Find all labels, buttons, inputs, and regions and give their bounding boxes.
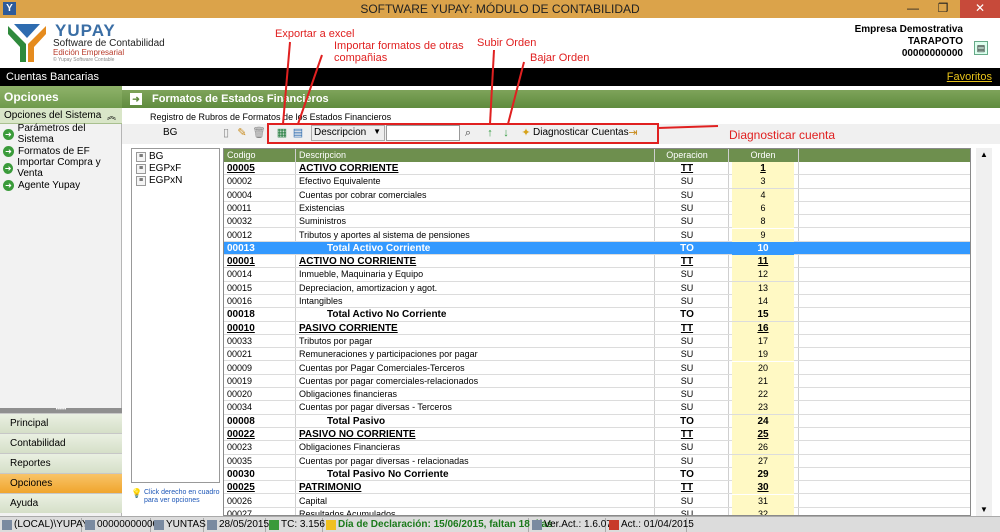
annotation-arrow-export xyxy=(282,41,291,125)
status-act-text: Act.: 01/04/2015 xyxy=(621,519,694,530)
status-date-text: 28/05/2015 xyxy=(219,519,270,530)
annotation-arrow-down xyxy=(507,61,525,125)
annotation-import: Importar formatos de otras compañias xyxy=(334,40,464,64)
calendar-icon xyxy=(207,520,217,530)
status-server: (LOCAL)\YUPAY xyxy=(0,518,89,532)
status-server-text: (LOCAL)\YUPAY xyxy=(14,519,89,530)
annotation-arrow-diagnose xyxy=(657,125,719,129)
alert-icon xyxy=(326,520,336,530)
database-icon xyxy=(2,520,12,530)
annotation-overlay xyxy=(267,41,719,144)
annotation-diagnose: Diagnosticar cuenta xyxy=(729,128,836,142)
status-user-text: YUNTAS xyxy=(166,519,206,530)
status-tc: TC: 3.156 xyxy=(267,518,325,532)
status-ruc: 00000000000 xyxy=(83,518,158,532)
status-bar: (LOCAL)\YUPAY 00000000000 YUNTAS 28/05/2… xyxy=(0,516,1000,532)
status-date: 28/05/2015 xyxy=(205,518,270,532)
annotation-down: Bajar Orden xyxy=(530,52,590,64)
status-ruc-text: 00000000000 xyxy=(97,519,159,530)
status-declaration: Día de Declaración: 15/06/2015, faltan 1… xyxy=(324,518,553,532)
annotation-highlight-box xyxy=(267,123,659,144)
annotation-up: Subir Orden xyxy=(477,37,537,49)
annotation-arrow-import xyxy=(297,54,323,125)
id-card-icon xyxy=(85,520,95,530)
app-window: Y SOFTWARE YUPAY: MÓDULO DE CONTABILIDAD… xyxy=(0,0,1000,532)
status-version-text: Ver.Act.: 1.6.07 xyxy=(544,519,612,530)
check-icon xyxy=(532,520,542,530)
status-version: Ver.Act.: 1.6.07 xyxy=(530,518,612,532)
status-declaration-text: Día de Declaración: 15/06/2015, faltan 1… xyxy=(338,519,553,530)
update-icon xyxy=(609,520,619,530)
status-user: YUNTAS xyxy=(152,518,206,532)
user-icon xyxy=(154,520,164,530)
annotation-export: Exportar a excel xyxy=(275,28,355,40)
status-act: Act.: 01/04/2015 xyxy=(607,518,694,532)
dollar-icon xyxy=(269,520,279,530)
annotation-arrow-up xyxy=(489,49,495,125)
status-tc-text: TC: 3.156 xyxy=(281,519,325,530)
